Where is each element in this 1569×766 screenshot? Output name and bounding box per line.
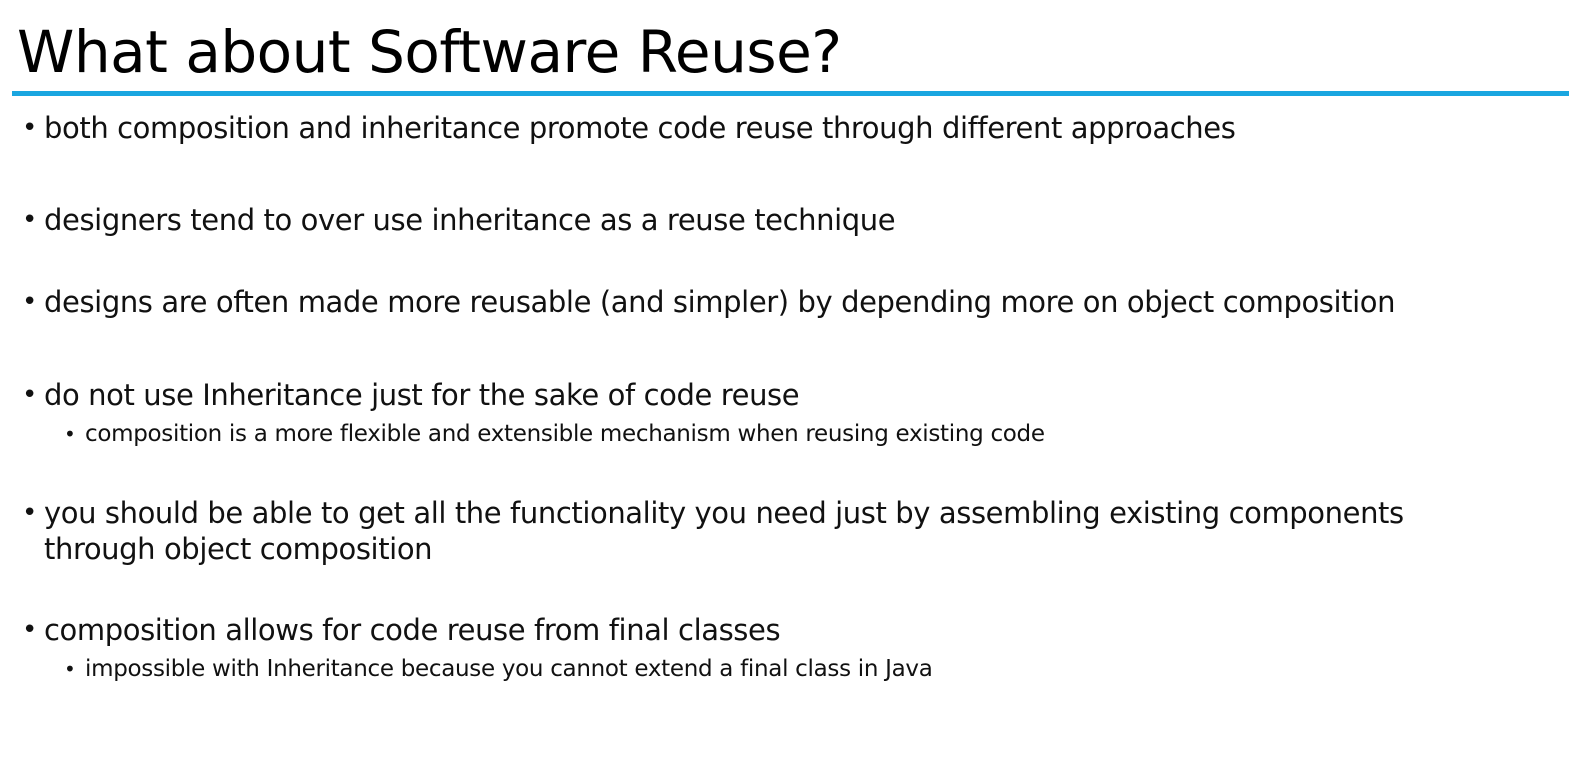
bullet-marker: •: [22, 287, 38, 317]
bullet-marker: •: [22, 380, 38, 410]
bullet-marker: •: [22, 113, 38, 143]
bullet-marker: •: [22, 205, 38, 235]
sub-bullet-marker: •: [64, 657, 76, 681]
bullet-text-line-2: through object composition: [44, 532, 433, 566]
slide-title: What about Software Reuse?: [17, 18, 842, 86]
bullet-marker: •: [22, 498, 38, 528]
sub-bullet-text: impossible with Inheritance because you …: [85, 656, 933, 682]
title-underline-divider: [12, 91, 1569, 96]
bullet-text: do not use Inheritance just for the sake…: [44, 378, 800, 412]
bullet-marker: •: [22, 615, 38, 645]
bullet-text: both composition and inheritance promote…: [44, 111, 1236, 145]
bullet-text: composition allows for code reuse from f…: [44, 613, 781, 647]
bullet-text: designs are often made more reusable (an…: [44, 285, 1396, 319]
slide: What about Software Reuse? • both compos…: [0, 0, 1569, 766]
sub-bullet-marker: •: [64, 422, 76, 446]
bullet-text-line-1: you should be able to get all the functi…: [44, 496, 1404, 530]
sub-bullet-text: composition is a more flexible and exten…: [85, 421, 1045, 447]
bullet-text: designers tend to over use inheritance a…: [44, 203, 896, 237]
